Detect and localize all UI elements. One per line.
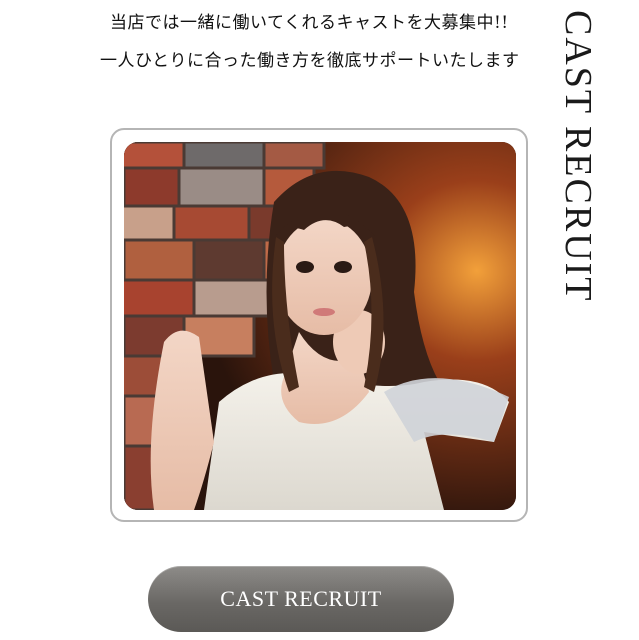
section-title: CAST RECRUIT <box>557 10 599 303</box>
cast-photo-frame <box>110 128 528 522</box>
intro-text-line-2: 一人ひとりに合った働き方を徹底サポートいたします <box>100 51 520 71</box>
cast-photo <box>124 142 516 510</box>
cast-recruit-button[interactable]: CAST RECRUIT <box>148 566 454 632</box>
intro-text-line-1: 当店では一緒に働いてくれるキャストを大募集中!! <box>110 13 509 33</box>
